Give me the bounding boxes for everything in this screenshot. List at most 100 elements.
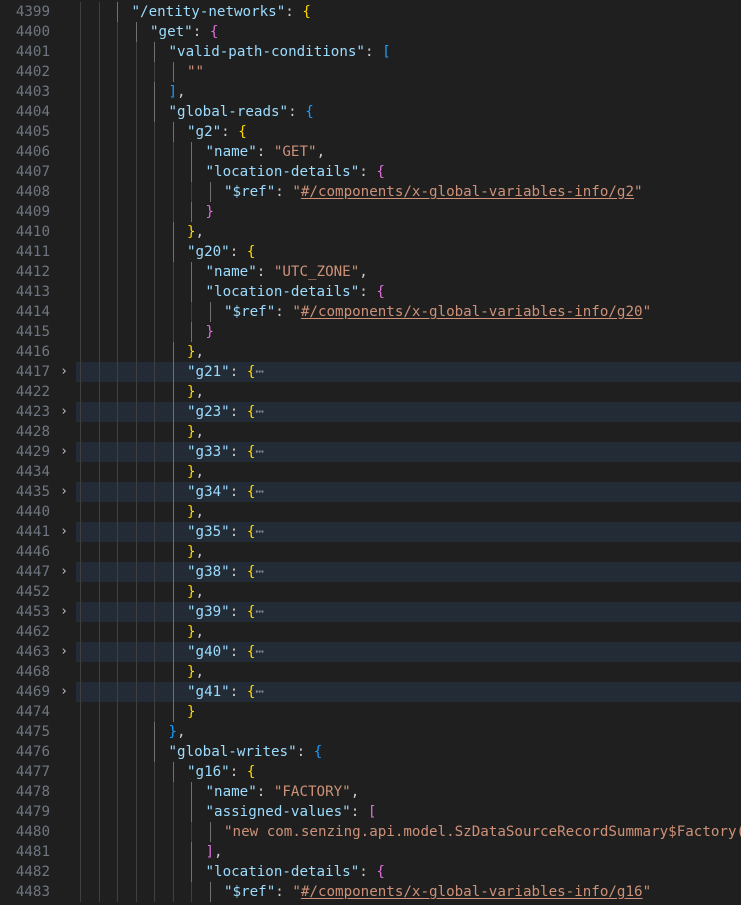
code-line[interactable]: 4435 › "g34": {⋯ bbox=[0, 482, 741, 502]
code-content[interactable]: "$ref": "#/components/x-global-variables… bbox=[76, 302, 741, 322]
code-content[interactable]: }, bbox=[76, 622, 741, 642]
code-line[interactable]: 4462}, bbox=[0, 622, 741, 642]
folded-region[interactable]: "g35": {⋯ bbox=[76, 522, 741, 542]
code-content[interactable]: }, bbox=[76, 662, 741, 682]
code-line[interactable]: 4474} bbox=[0, 702, 741, 722]
code-content[interactable]: "location-details": { bbox=[76, 282, 741, 302]
code-line[interactable]: 4428}, bbox=[0, 422, 741, 442]
folded-region[interactable]: "g23": {⋯ bbox=[76, 402, 741, 422]
ref-link[interactable]: #/components/x-global-variables-info/g2 bbox=[301, 184, 634, 200]
code-line[interactable]: 4408 "$ref": "#/components/x-global-varia… bbox=[0, 182, 741, 202]
code-line[interactable]: 4412 "name": "UTC_ZONE", bbox=[0, 262, 741, 282]
code-content[interactable]: "name": "UTC_ZONE", bbox=[76, 262, 741, 282]
folded-region[interactable]: "g39": {⋯ bbox=[76, 602, 741, 622]
code-content[interactable]: } bbox=[76, 322, 741, 342]
code-line[interactable]: 4407 "location-details": { bbox=[0, 162, 741, 182]
code-content[interactable]: }, bbox=[76, 462, 741, 482]
code-content[interactable]: "g2": { bbox=[76, 122, 741, 142]
folded-region[interactable]: "g40": {⋯ bbox=[76, 642, 741, 662]
code-line[interactable]: 4399 "/entity-networks": { bbox=[0, 2, 741, 22]
code-line[interactable]: 4409} bbox=[0, 202, 741, 222]
code-content[interactable]: }, bbox=[76, 382, 741, 402]
code-editor[interactable]: 4399 "/entity-networks": {4400 "get": {440… bbox=[0, 0, 741, 905]
code-line[interactable]: 4417 › "g21": {⋯ bbox=[0, 362, 741, 382]
code-content[interactable]: "get": { bbox=[76, 22, 741, 42]
code-line[interactable]: 4475}, bbox=[0, 722, 741, 742]
fold-ellipsis-icon[interactable]: ⋯ bbox=[255, 484, 264, 500]
code-content[interactable]: }, bbox=[76, 422, 741, 442]
code-line[interactable]: 4452}, bbox=[0, 582, 741, 602]
code-line[interactable]: 4406 "name": "GET", bbox=[0, 142, 741, 162]
code-line[interactable]: 4478 "name": "FACTORY", bbox=[0, 782, 741, 802]
code-line[interactable]: 4477 "g16": { bbox=[0, 762, 741, 782]
code-line[interactable]: 4440}, bbox=[0, 502, 741, 522]
folded-region[interactable]: "g41": {⋯ bbox=[76, 682, 741, 702]
code-content[interactable]: }, bbox=[76, 222, 741, 242]
folded-region[interactable]: "g38": {⋯ bbox=[76, 562, 741, 582]
code-content[interactable]: "$ref": "#/components/x-global-variables… bbox=[76, 182, 741, 202]
fold-ellipsis-icon[interactable]: ⋯ bbox=[255, 444, 264, 460]
code-line[interactable]: 4410}, bbox=[0, 222, 741, 242]
fold-chevron-icon[interactable]: › bbox=[56, 442, 72, 462]
ref-link[interactable]: #/components/x-global-variables-info/g16 bbox=[301, 884, 643, 900]
code-line[interactable]: 4476 "global-writes": { bbox=[0, 742, 741, 762]
code-line[interactable]: 4414 "$ref": "#/components/x-global-varia… bbox=[0, 302, 741, 322]
fold-chevron-icon[interactable]: › bbox=[56, 362, 72, 382]
code-content[interactable]: "" bbox=[76, 62, 741, 82]
code-line[interactable]: 4481], bbox=[0, 842, 741, 862]
code-line[interactable]: 4441 › "g35": {⋯ bbox=[0, 522, 741, 542]
code-line[interactable]: 4413 "location-details": { bbox=[0, 282, 741, 302]
code-content[interactable]: }, bbox=[76, 582, 741, 602]
fold-chevron-icon[interactable]: › bbox=[56, 522, 72, 542]
code-line[interactable]: 4401 "valid-path-conditions": [ bbox=[0, 42, 741, 62]
code-content[interactable]: "global-reads": { bbox=[76, 102, 741, 122]
code-content[interactable]: }, bbox=[76, 722, 741, 742]
code-line[interactable]: 4463 › "g40": {⋯ bbox=[0, 642, 741, 662]
fold-chevron-icon[interactable]: › bbox=[56, 562, 72, 582]
code-line[interactable]: 4447 › "g38": {⋯ bbox=[0, 562, 741, 582]
fold-ellipsis-icon[interactable]: ⋯ bbox=[255, 604, 264, 620]
code-line[interactable]: 4468}, bbox=[0, 662, 741, 682]
code-line[interactable]: 4480 "new com.senzing.api.model.SzDataSou… bbox=[0, 822, 741, 842]
code-content[interactable]: "g20": { bbox=[76, 242, 741, 262]
fold-ellipsis-icon[interactable]: ⋯ bbox=[255, 524, 264, 540]
code-line[interactable]: 4400 "get": { bbox=[0, 22, 741, 42]
code-content[interactable]: "location-details": { bbox=[76, 162, 741, 182]
code-content[interactable]: }, bbox=[76, 342, 741, 362]
code-line[interactable]: 4403], bbox=[0, 82, 741, 102]
code-content[interactable]: } bbox=[76, 202, 741, 222]
fold-ellipsis-icon[interactable]: ⋯ bbox=[255, 564, 264, 580]
code-content[interactable]: "location-details": { bbox=[76, 862, 741, 882]
code-line[interactable]: 4483 "$ref": "#/components/x-global-varia… bbox=[0, 882, 741, 902]
code-content[interactable]: "global-writes": { bbox=[76, 742, 741, 762]
fold-ellipsis-icon[interactable]: ⋯ bbox=[255, 404, 264, 420]
code-line[interactable]: 4423 › "g23": {⋯ bbox=[0, 402, 741, 422]
code-content[interactable]: ], bbox=[76, 82, 741, 102]
code-line[interactable]: 4446}, bbox=[0, 542, 741, 562]
code-line[interactable]: 4479 "assigned-values": [ bbox=[0, 802, 741, 822]
fold-ellipsis-icon[interactable]: ⋯ bbox=[255, 684, 264, 700]
code-content[interactable]: "g16": { bbox=[76, 762, 741, 782]
folded-region[interactable]: "g21": {⋯ bbox=[76, 362, 741, 382]
fold-chevron-icon[interactable]: › bbox=[56, 682, 72, 702]
code-line[interactable]: 4422}, bbox=[0, 382, 741, 402]
code-line[interactable]: 4482 "location-details": { bbox=[0, 862, 741, 882]
code-content[interactable]: "assigned-values": [ bbox=[76, 802, 741, 822]
fold-ellipsis-icon[interactable]: ⋯ bbox=[255, 364, 264, 380]
code-content[interactable]: "new com.senzing.api.model.SzDataSourceR… bbox=[76, 822, 741, 842]
code-content[interactable]: "$ref": "#/components/x-global-variables… bbox=[76, 882, 741, 902]
code-line[interactable]: 4469 › "g41": {⋯ bbox=[0, 682, 741, 702]
fold-chevron-icon[interactable]: › bbox=[56, 642, 72, 662]
fold-chevron-icon[interactable]: › bbox=[56, 402, 72, 422]
ref-link[interactable]: #/components/x-global-variables-info/g20 bbox=[301, 304, 643, 320]
fold-ellipsis-icon[interactable]: ⋯ bbox=[255, 644, 264, 660]
code-content[interactable]: ], bbox=[76, 842, 741, 862]
code-content[interactable]: "valid-path-conditions": [ bbox=[76, 42, 741, 62]
code-content[interactable]: }, bbox=[76, 542, 741, 562]
code-content[interactable]: } bbox=[76, 702, 741, 722]
code-line[interactable]: 4415} bbox=[0, 322, 741, 342]
code-line[interactable]: 4434}, bbox=[0, 462, 741, 482]
code-line[interactable]: 4402 "" bbox=[0, 62, 741, 82]
folded-region[interactable]: "g34": {⋯ bbox=[76, 482, 741, 502]
fold-chevron-icon[interactable]: › bbox=[56, 482, 72, 502]
